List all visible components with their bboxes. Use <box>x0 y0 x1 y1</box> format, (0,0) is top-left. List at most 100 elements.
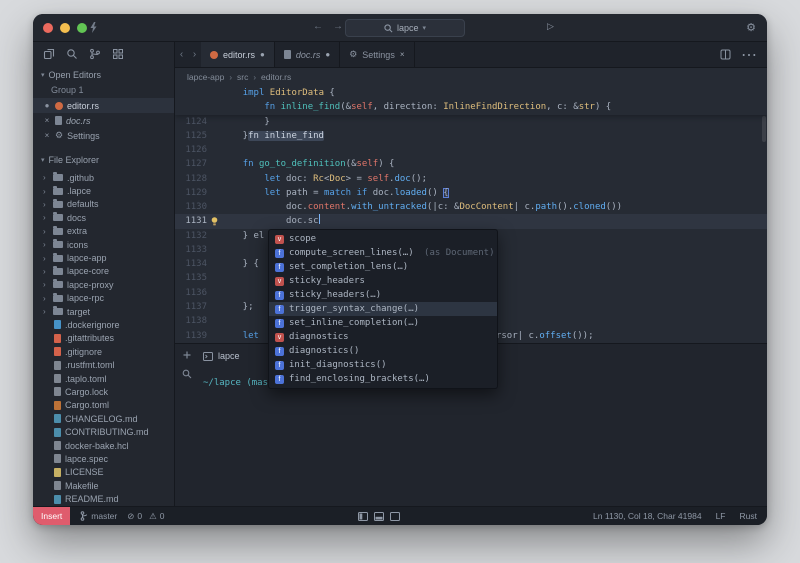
titlebar[interactable]: ← → lapce ▾ ▷ ⚙ <box>33 14 767 42</box>
tree-file-row[interactable]: README.md <box>33 492 174 505</box>
code-line[interactable]: impl EditorData { <box>175 86 767 100</box>
tree-folder-row[interactable]: ›.lapce <box>33 184 174 197</box>
minimize-window-button[interactable] <box>60 23 70 33</box>
layout-toggles <box>358 512 400 521</box>
tree-folder-row[interactable]: ›lapce-rpc <box>33 292 174 305</box>
tree-folder-row[interactable]: ›extra <box>33 225 174 238</box>
code-text: } { <box>221 257 259 271</box>
tree-file-row[interactable]: Cargo.lock <box>33 385 174 398</box>
settings-gear-icon[interactable]: ⚙ <box>746 20 756 36</box>
completion-item[interactable]: fset_completion_lens(…) <box>269 260 497 274</box>
line-ending[interactable]: LF <box>716 511 726 521</box>
toggle-right-panel-icon[interactable] <box>390 512 400 521</box>
breadcrumb-segment[interactable]: editor.rs <box>261 72 291 82</box>
tree-folder-row[interactable]: ›target <box>33 305 174 318</box>
tab-nav-next-icon[interactable]: › <box>188 42 201 67</box>
completion-item[interactable]: vscope <box>269 232 497 246</box>
chevron-right-icon: › <box>43 200 49 209</box>
source-control-panel-icon[interactable] <box>89 48 101 60</box>
code-line[interactable]: 1131 doc.sc <box>175 214 767 228</box>
editor-scrollbar[interactable] <box>762 116 766 142</box>
tree-file-row[interactable]: Makefile <box>33 479 174 492</box>
editor-tab[interactable]: ⚙Settings× <box>340 42 414 67</box>
completion-item[interactable]: fsticky_headers(…) <box>269 288 497 302</box>
zoom-window-button[interactable] <box>77 23 87 33</box>
forward-button[interactable]: → <box>331 21 345 32</box>
code-line[interactable]: 1128 let doc: Rc<Doc> = self.doc(); <box>175 172 767 186</box>
breadcrumb[interactable]: lapce-app›src›editor.rs <box>175 68 767 86</box>
tree-folder-row[interactable]: ›docs <box>33 211 174 224</box>
code-line[interactable]: 1126 <box>175 143 767 157</box>
tree-folder-row[interactable]: ›lapce-core <box>33 265 174 278</box>
tree-folder-row[interactable]: ›.github <box>33 171 174 184</box>
completion-item[interactable]: vsticky_headers <box>269 274 497 288</box>
run-button[interactable]: ▷ <box>547 21 554 32</box>
back-button[interactable]: ← <box>311 21 325 32</box>
tree-file-row[interactable]: .taplo.toml <box>33 372 174 385</box>
terminal-search-icon[interactable] <box>182 369 192 379</box>
git-branch[interactable]: master <box>80 511 117 521</box>
completion-item[interactable]: fdiagnostics() <box>269 344 497 358</box>
terminal-tab[interactable]: lapce <box>203 348 240 364</box>
problems-indicator[interactable]: ⊘ 0 ⚠ 0 <box>127 511 164 522</box>
completion-item[interactable]: fset_inline_completion(…) <box>269 316 497 330</box>
completion-item[interactable]: finit_diagnostics() <box>269 358 497 372</box>
tree-file-row[interactable]: LICENSE <box>33 466 174 479</box>
tree-folder-row[interactable]: ›lapce-app <box>33 251 174 264</box>
connection-bolt-icon[interactable] <box>89 22 97 34</box>
completion-item[interactable]: fcompute_screen_lines(…) (as Document) <box>269 246 497 260</box>
completion-item[interactable]: ffind_enclosing_brackets(…) <box>269 372 497 386</box>
toggle-left-panel-icon[interactable] <box>358 512 368 521</box>
search-panel-icon[interactable] <box>66 48 78 60</box>
tree-folder-row[interactable]: ›icons <box>33 238 174 251</box>
tree-file-row[interactable]: .rustfmt.toml <box>33 358 174 371</box>
completion-item[interactable]: vdiagnostics <box>269 330 497 344</box>
plugins-panel-icon[interactable] <box>112 48 124 60</box>
tree-folder-row[interactable]: ›lapce-proxy <box>33 278 174 291</box>
tree-folder-row[interactable]: ›defaults <box>33 198 174 211</box>
tree-file-row[interactable]: lapce.spec <box>33 452 174 465</box>
code-line[interactable]: 1125 }fn inline_find <box>175 129 767 143</box>
close-icon[interactable]: × <box>43 131 51 140</box>
tree-file-row[interactable]: .gitignore <box>33 345 174 358</box>
open-editors-header[interactable]: ▾ Open Editors <box>33 66 174 83</box>
breadcrumb-segment[interactable]: lapce-app <box>187 72 224 82</box>
terminal-icon <box>203 352 213 361</box>
split-editor-icon[interactable] <box>720 49 731 60</box>
tree-file-row[interactable]: CHANGELOG.md <box>33 412 174 425</box>
code-action-lightbulb-icon[interactable] <box>211 217 218 226</box>
more-actions-icon[interactable]: ⋯ <box>741 45 757 65</box>
editor-tab[interactable]: editor.rs● <box>201 42 275 67</box>
tree-file-row[interactable]: CONTRIBUTING.md <box>33 425 174 438</box>
new-terminal-icon[interactable] <box>182 350 192 360</box>
mode-indicator[interactable]: Insert <box>33 507 70 525</box>
open-editor-item[interactable]: ●editor.rs <box>33 98 174 113</box>
toggle-bottom-panel-icon[interactable] <box>374 512 384 521</box>
tab-close-icon[interactable]: × <box>400 50 405 59</box>
code-line[interactable]: 1130 doc.content.with_untracked(|c: &Doc… <box>175 200 767 214</box>
breadcrumb-segment[interactable]: src <box>237 72 248 82</box>
code-line[interactable]: 1127 fn go_to_definition(&self) { <box>175 157 767 171</box>
open-editor-item[interactable]: ×doc.rs <box>33 113 174 128</box>
editor-tab[interactable]: doc.rs● <box>275 42 340 67</box>
command-palette-button[interactable]: lapce ▾ <box>345 19 465 37</box>
completion-label: find_enclosing_brackets(…) <box>289 374 430 384</box>
language-mode[interactable]: Rust <box>740 511 757 521</box>
code-line[interactable]: fn inline_find(&self, direction: InlineF… <box>175 100 767 114</box>
tree-file-row[interactable]: Cargo.toml <box>33 399 174 412</box>
tree-file-row[interactable]: docker-bake.hcl <box>33 439 174 452</box>
code-line[interactable]: 1124 } <box>175 115 767 129</box>
line-number: 1132 <box>175 229 221 243</box>
open-editor-item[interactable]: ×⚙Settings <box>33 128 174 143</box>
close-window-button[interactable] <box>43 23 53 33</box>
file-explorer-panel-icon[interactable] <box>43 48 55 60</box>
cursor-position[interactable]: Ln 1130, Col 18, Char 41984 <box>593 511 702 521</box>
file-explorer-header[interactable]: ▾ File Explorer <box>33 151 174 168</box>
tab-nav-prev-icon[interactable]: ‹ <box>175 42 188 67</box>
close-icon[interactable]: × <box>43 116 51 125</box>
code-line[interactable]: 1129 let path = match if doc.loaded() { <box>175 186 767 200</box>
tree-file-row[interactable]: .dockerignore <box>33 318 174 331</box>
tree-file-row[interactable]: .gitattributes <box>33 332 174 345</box>
completion-item[interactable]: ftrigger_syntax_change(…) <box>269 302 497 316</box>
tree-item-label: .gitignore <box>65 347 102 357</box>
